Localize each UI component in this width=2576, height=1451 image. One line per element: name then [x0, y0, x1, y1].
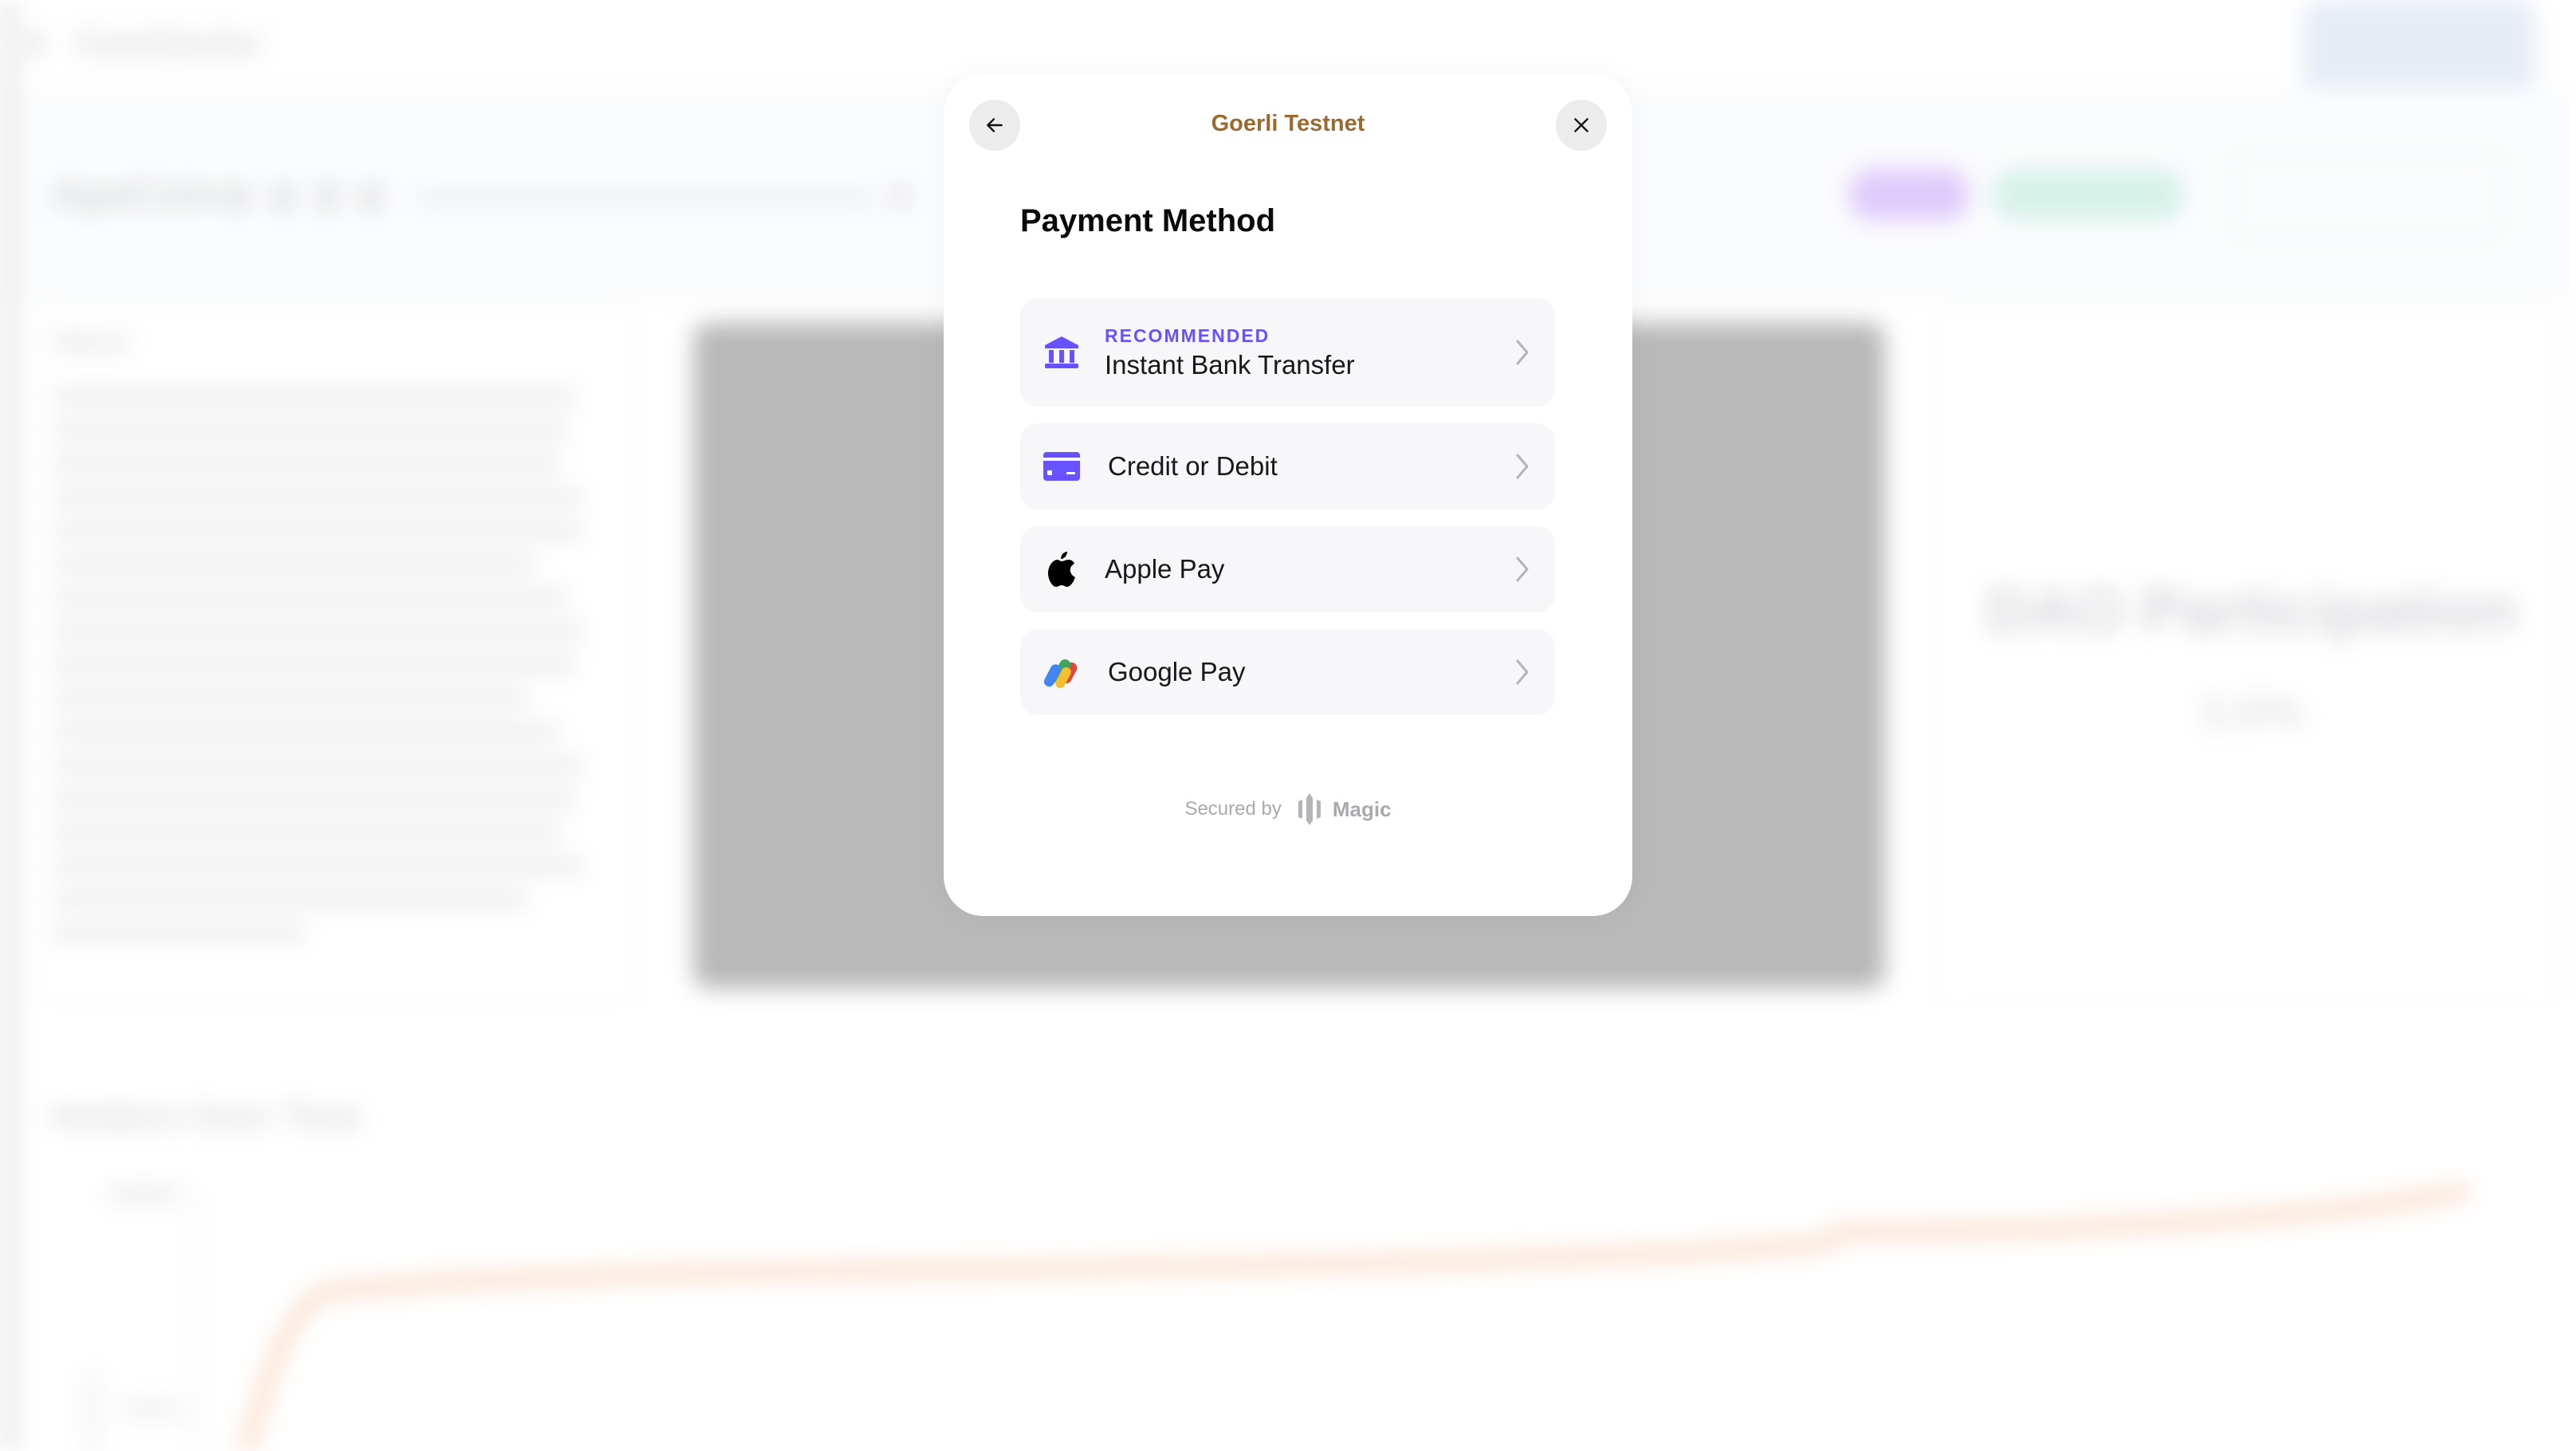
bank-icon: [1043, 333, 1081, 372]
close-button[interactable]: [1556, 100, 1607, 151]
network-name: Goerli Testnet: [1211, 111, 1365, 136]
method-text: RECOMMENDED Instant Bank Transfer: [1105, 325, 1355, 380]
page-title: Payment Method: [1020, 203, 1276, 238]
method-text: Google Pay: [1108, 657, 1245, 687]
secured-by-label: Secured by: [1184, 798, 1282, 820]
payment-method-apple-pay[interactable]: Apple Pay: [1020, 526, 1555, 612]
method-label: Credit or Debit: [1108, 451, 1278, 481]
apple-icon: [1043, 550, 1081, 588]
method-label: Apple Pay: [1105, 554, 1225, 584]
method-label: Google Pay: [1108, 657, 1246, 686]
google-pay-icon: [1043, 653, 1081, 691]
payment-method-bank-transfer[interactable]: RECOMMENDED Instant Bank Transfer: [1020, 298, 1555, 407]
chevron-right-icon: [1510, 553, 1534, 585]
chevron-right-icon: [1510, 656, 1534, 688]
payment-method-card[interactable]: Credit or Debit: [1020, 423, 1555, 509]
method-text: Credit or Debit: [1108, 451, 1278, 482]
payment-methods-list: RECOMMENDED Instant Bank Transfer Credit…: [1020, 298, 1555, 732]
payment-method-google-pay[interactable]: Google Pay: [1020, 629, 1555, 715]
credit-card-icon: [1043, 447, 1081, 486]
chevron-right-icon: [1510, 450, 1534, 482]
close-icon: [1574, 118, 1588, 132]
magic-logo-icon: [1298, 793, 1321, 825]
chevron-right-icon: [1510, 336, 1534, 368]
magic-brand-name: Magic: [1332, 796, 1392, 821]
payment-method-modal: Goerli Testnet Payment Method RECOMMENDE…: [944, 74, 1632, 916]
secured-by-footer: Secured by Magic: [944, 792, 1632, 827]
magic-brand: Magic: [1294, 792, 1392, 827]
recommended-badge: RECOMMENDED: [1105, 324, 1270, 346]
method-text: Apple Pay: [1105, 554, 1224, 584]
method-label: Instant Bank Transfer: [1105, 349, 1355, 379]
